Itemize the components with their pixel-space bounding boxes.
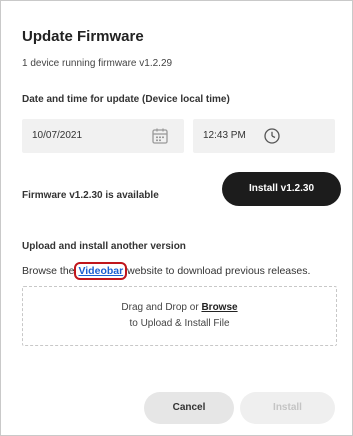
install-firmware-button[interactable]: Install v1.2.30 bbox=[222, 172, 341, 206]
browse-prefix-text: Browse the bbox=[22, 265, 78, 277]
browse-link[interactable]: Browse bbox=[201, 302, 237, 313]
file-dropzone[interactable]: Drag and Drop or Browse to Upload & Inst… bbox=[22, 286, 337, 346]
dialog-title: Update Firmware bbox=[22, 28, 144, 45]
device-count-text: 1 device running firmware v1.2.29 bbox=[22, 58, 173, 69]
clock-icon[interactable] bbox=[263, 127, 281, 150]
cancel-button[interactable]: Cancel bbox=[144, 392, 234, 424]
calendar-icon[interactable] bbox=[151, 127, 169, 150]
dropzone-line2: to Upload & Install File bbox=[129, 318, 230, 329]
browse-suffix-text: website to download previous releases. bbox=[124, 265, 311, 277]
time-value: 12:43 PM bbox=[203, 130, 246, 141]
firmware-available-text: Firmware v1.2.30 is available bbox=[22, 190, 159, 201]
date-field[interactable]: 10/07/2021 bbox=[22, 119, 184, 153]
upload-section-label: Upload and install another version bbox=[22, 241, 186, 252]
dropzone-prefix-text: Drag and Drop or bbox=[121, 302, 202, 313]
videobar-link[interactable]: Videobar bbox=[74, 262, 128, 280]
browse-instructions: Browse the Videobar website to download … bbox=[22, 262, 311, 280]
install-button[interactable]: Install bbox=[240, 392, 335, 424]
time-field[interactable]: 12:43 PM bbox=[193, 119, 335, 153]
update-firmware-dialog: Update Firmware 1 device running firmwar… bbox=[0, 0, 353, 436]
schedule-label: Date and time for update (Device local t… bbox=[22, 94, 230, 105]
dropzone-line1: Drag and Drop or Browse bbox=[23, 302, 336, 313]
date-value: 10/07/2021 bbox=[32, 130, 83, 141]
